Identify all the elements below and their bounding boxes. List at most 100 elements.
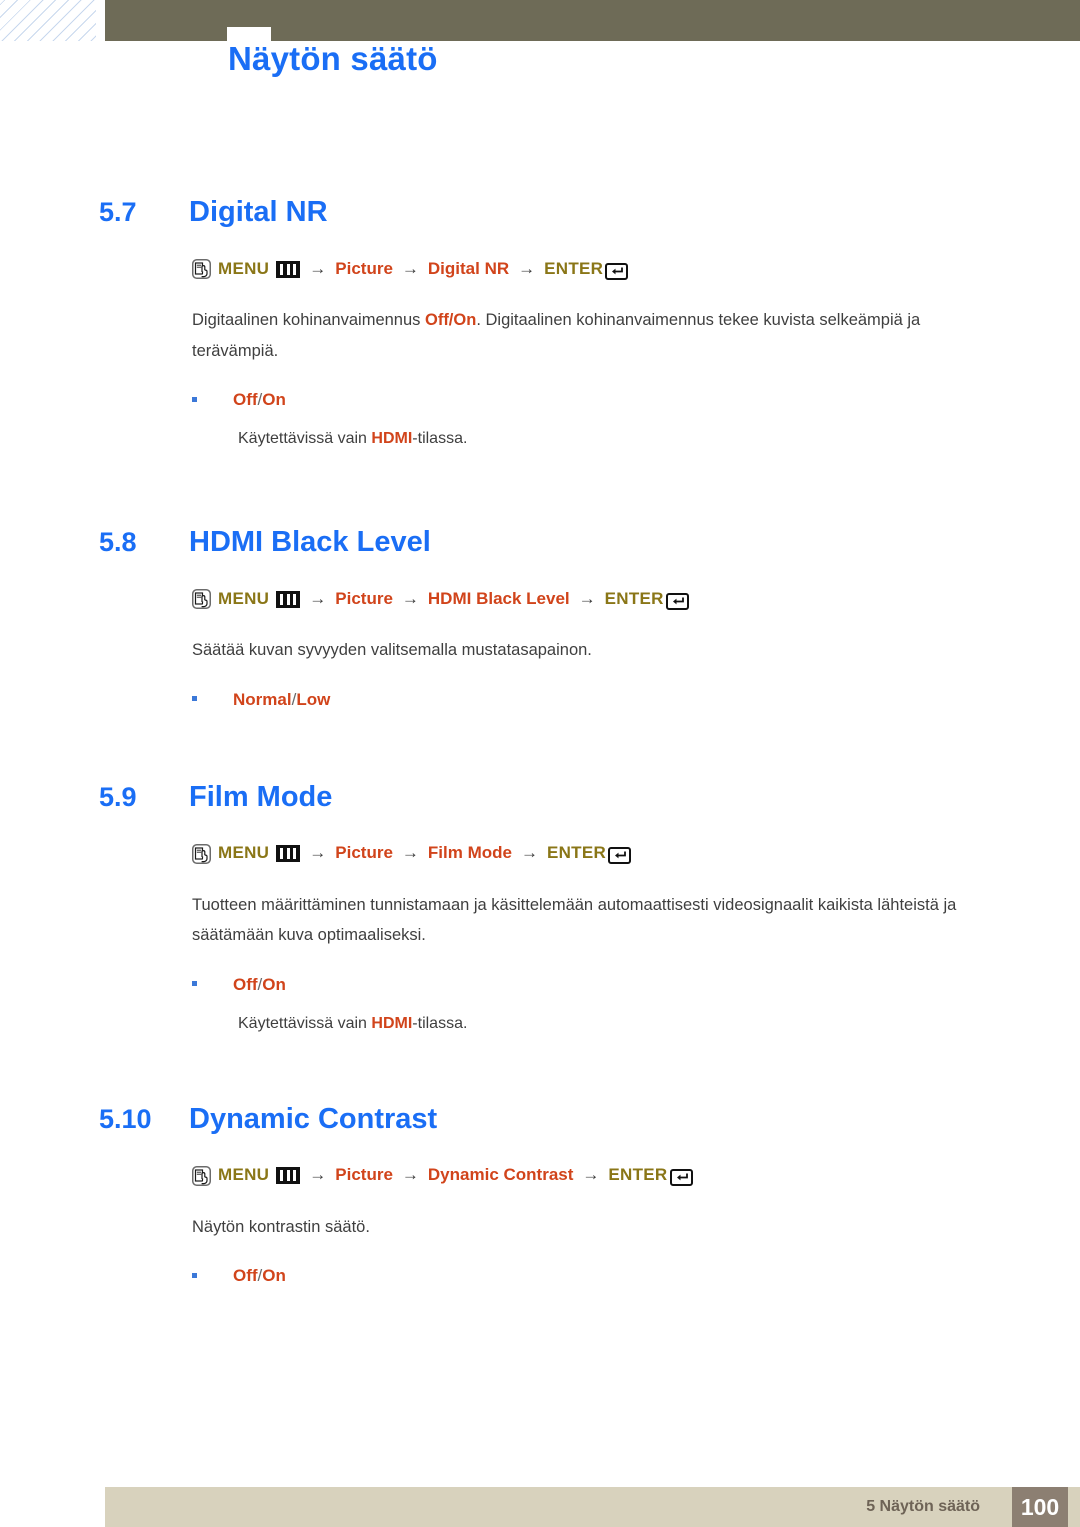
menu-label: MENU <box>218 258 270 278</box>
arrow-icon: → <box>401 1165 419 1185</box>
section-number: 5.9 <box>99 781 137 812</box>
subnote-highlight: HDMI <box>371 1014 413 1032</box>
menu-path: MENU → Picture → Film Mode → ENTER <box>0 843 1080 865</box>
arrow-icon: → <box>520 843 538 863</box>
option-second: Low <box>296 689 331 709</box>
enter-label: ENTER <box>604 588 664 608</box>
hand-press-icon <box>192 259 211 279</box>
option-second: On <box>262 1266 286 1286</box>
option-first: Off <box>233 1266 258 1286</box>
menu-path-item: Dynamic Contrast <box>427 1165 574 1185</box>
arrow-icon: → <box>518 258 536 278</box>
arrow-icon: → <box>582 1165 600 1185</box>
paragraph-pre: Digitaalinen kohinanvaimennus <box>192 311 425 329</box>
section-title: Dynamic Contrast <box>189 1102 438 1135</box>
menu-bars-icon <box>276 845 301 863</box>
enter-key-icon <box>605 262 629 280</box>
bullet-dot-icon <box>192 696 197 702</box>
subnote-pre: Käytettävissä vain <box>238 430 372 448</box>
option-second: On <box>262 390 286 410</box>
menu-label: MENU <box>218 588 270 608</box>
option-first: Off <box>233 390 258 410</box>
paragraph-pre: Tuotteen määrittäminen tunnistamaan ja k… <box>192 895 957 945</box>
enter-key-icon <box>665 592 689 610</box>
page-header: Näytön säätö <box>0 0 1080 120</box>
enter-key-icon <box>669 1169 693 1187</box>
section-heading: 5.8 HDMI Black Level <box>0 526 1080 559</box>
menu-label: MENU <box>218 843 270 863</box>
arrow-icon: → <box>578 588 596 608</box>
arrow-icon: → <box>401 843 419 863</box>
option-bullet: Off / On <box>0 1266 1080 1286</box>
paragraph-highlight: Off/On <box>424 311 477 329</box>
section-digital-nr: 5.7 Digital NR MENU → Picture → Digital … <box>0 120 1080 448</box>
menu-path: MENU → Picture → Digital NR → ENTER <box>0 258 1080 280</box>
document-body: 5.7 Digital NR MENU → Picture → Digital … <box>0 120 1080 1286</box>
section-paragraph: Digitaalinen kohinanvaimennus Off/On. Di… <box>0 305 1080 366</box>
section-subnote: Käytettävissä vain HDMI-tilassa. <box>0 430 1080 448</box>
menu-path-item: Film Mode <box>427 843 512 863</box>
section-subnote: Käytettävissä vain HDMI-tilassa. <box>0 1015 1080 1033</box>
footer-page-number: 100 <box>1012 1487 1068 1527</box>
section-dynamic-contrast: 5.10 Dynamic Contrast MENU → Picture → D… <box>0 1033 1080 1287</box>
section-title: Film Mode <box>189 780 333 813</box>
arrow-icon: → <box>401 588 419 608</box>
footer-chapter-label: 5 Näytön säätö <box>866 1498 980 1515</box>
bullet-dot-icon <box>192 981 197 987</box>
page-footer: 5 Näytön säätö 100 <box>105 1487 1080 1527</box>
arrow-icon: → <box>309 258 327 278</box>
paragraph-pre: Säätää kuvan syvyyden valitsemalla musta… <box>192 641 592 660</box>
option-bullet: Normal / Low <box>0 690 1080 710</box>
arrow-icon: → <box>309 843 327 863</box>
section-paragraph: Näytön kontrastin säätö. <box>0 1212 1080 1243</box>
menu-path-item: HDMI Black Level <box>427 588 570 608</box>
option-first: Normal <box>233 689 292 709</box>
section-heading: 5.9 Film Mode <box>0 781 1080 814</box>
section-film-mode: 5.9 Film Mode MENU → Picture → Film Mode… <box>0 710 1080 1033</box>
subnote-highlight: HDMI <box>371 430 413 448</box>
menu-label: MENU <box>218 1165 270 1185</box>
menu-path-item: Picture <box>335 843 393 863</box>
hand-press-icon <box>192 843 211 864</box>
hand-press-icon <box>192 589 211 610</box>
subnote-post: -tilassa. <box>412 1014 468 1032</box>
header-hatch-pattern <box>0 0 96 41</box>
menu-path: MENU → Picture → Dynamic Contrast → ENTE… <box>0 1165 1080 1187</box>
bullet-dot-icon <box>192 1272 197 1278</box>
menu-bars-icon <box>276 590 301 608</box>
arrow-icon: → <box>309 1165 327 1185</box>
subnote-post: -tilassa. <box>412 430 468 448</box>
menu-path: MENU → Picture → HDMI Black Level → ENTE… <box>0 588 1080 610</box>
option-bullet: Off / On <box>0 390 1080 410</box>
arrow-icon: → <box>401 258 419 278</box>
menu-path-item: Picture <box>335 1165 393 1185</box>
section-number: 5.7 <box>99 197 137 227</box>
section-number: 5.10 <box>99 1103 152 1134</box>
header-olive-bar <box>105 0 1080 41</box>
section-hdmi-black-level: 5.8 HDMI Black Level MENU → Picture → HD… <box>0 448 1080 710</box>
menu-bars-icon <box>276 260 301 278</box>
section-heading: 5.10 Dynamic Contrast <box>0 1103 1080 1136</box>
arrow-icon: → <box>309 588 327 608</box>
menu-bars-icon <box>276 1167 301 1185</box>
bullet-dot-icon <box>192 396 197 402</box>
option-bullet: Off / On <box>0 975 1080 995</box>
section-title: HDMI Black Level <box>189 526 431 559</box>
enter-key-icon <box>608 847 632 865</box>
menu-path-item: Picture <box>335 258 393 278</box>
subnote-pre: Käytettävissä vain <box>238 1014 372 1032</box>
enter-label: ENTER <box>546 843 607 863</box>
page-title: Näytön säätö <box>228 40 438 77</box>
option-first: Off <box>233 974 258 994</box>
enter-label: ENTER <box>544 258 604 278</box>
section-number: 5.8 <box>99 527 137 558</box>
section-paragraph: Tuotteen määrittäminen tunnistamaan ja k… <box>0 890 1080 951</box>
menu-path-item: Picture <box>335 588 393 608</box>
section-heading: 5.7 Digital NR <box>0 196 1080 229</box>
enter-label: ENTER <box>608 1165 668 1185</box>
section-title: Digital NR <box>189 196 328 228</box>
menu-path-item: Digital NR <box>427 258 510 278</box>
option-second: On <box>262 974 286 994</box>
section-paragraph: Säätää kuvan syvyyden valitsemalla musta… <box>0 635 1080 666</box>
paragraph-pre: Näytön kontrastin säätö. <box>192 1217 370 1236</box>
